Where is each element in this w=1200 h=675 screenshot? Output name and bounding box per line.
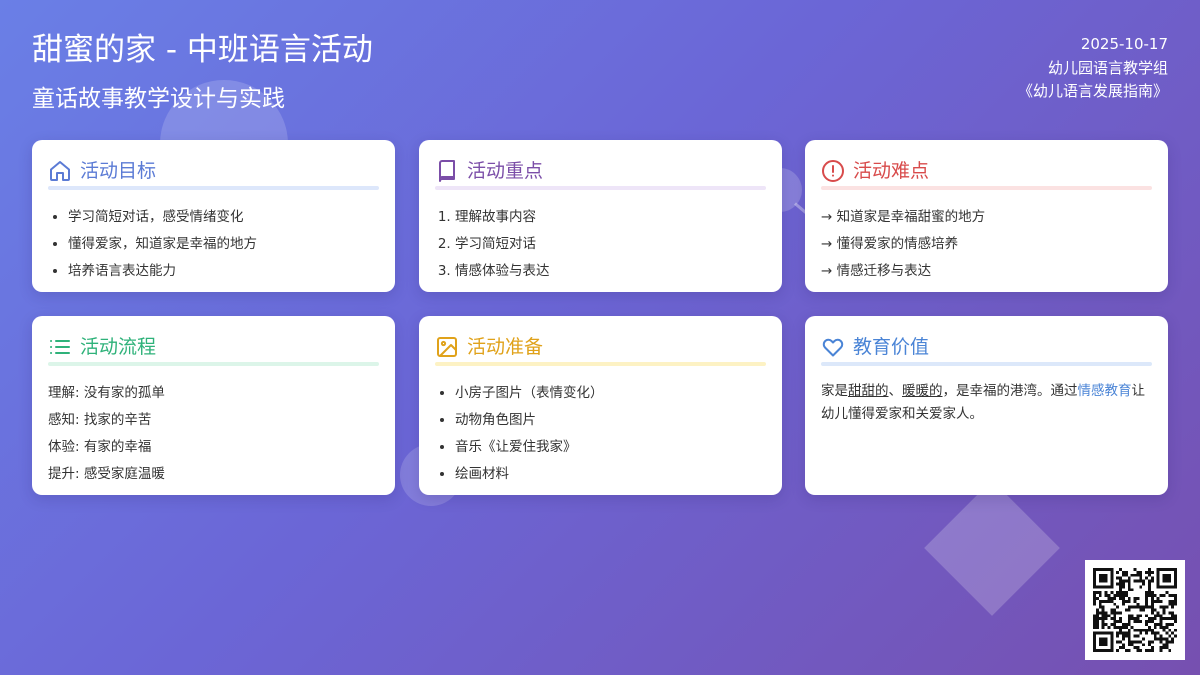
book-icon (435, 159, 459, 183)
header-meta: 2025-10-17 幼儿园语言教学组 《幼儿语言发展指南》 (1018, 33, 1168, 104)
list-item: → 知道家是幸福甜蜜的地方 (821, 209, 986, 225)
list-item: 培养语言表达能力 (68, 258, 379, 285)
focus-list: 理解故事内容 学习简短对话 情感体验与表达 (435, 204, 766, 285)
list-item: 情感体验与表达 (455, 258, 766, 285)
list-item: 学习简短对话 (455, 231, 766, 258)
divider (435, 186, 766, 190)
qr-code-image (1093, 568, 1177, 652)
date-label: 2025-10-17 (1080, 35, 1168, 53)
list-item: → 情感迁移与表达 (821, 263, 932, 279)
process-list: 理解: 没有家的孤单 感知: 找家的辛苦 体验: 有家的幸福 提升: 感受家庭温… (48, 380, 379, 488)
header: 甜蜜的家 - 中班语言活动 童话故事教学设计与实践 (32, 30, 373, 114)
emphasis-word: 暖暖的 (902, 383, 943, 399)
decor-diamond (924, 480, 1060, 616)
divider (48, 362, 379, 366)
text-segment: 、 (888, 383, 903, 399)
text-segment: 家是 (821, 383, 848, 399)
card-focus: 活动重点 理解故事内容 学习简短对话 情感体验与表达 (419, 140, 782, 292)
qr-code (1085, 560, 1185, 660)
list-item: 懂得爱家，知道家是幸福的地方 (68, 231, 379, 258)
list-item: 动物角色图片 (455, 407, 766, 434)
reference-label: 《幼儿语言发展指南》 (1017, 82, 1168, 100)
list-item: → 懂得爱家的情感培养 (821, 236, 959, 252)
list-item: 体验: 有家的幸福 (48, 439, 152, 455)
prep-list: 小房子图片（表情变化） 动物角色图片 音乐《让爱住我家》 绘画材料 (435, 380, 766, 488)
group-label: 幼儿园语言教学组 (1047, 58, 1168, 77)
card-header: 活动目标 (48, 156, 379, 186)
card-title: 活动目标 (80, 160, 157, 182)
list-item: 理解: 没有家的孤单 (48, 385, 165, 401)
list-item: 绘画材料 (455, 461, 766, 488)
card-process: 活动流程 理解: 没有家的孤单 感知: 找家的辛苦 体验: 有家的幸福 提升: … (32, 316, 395, 495)
divider (821, 186, 1152, 190)
image-icon (435, 335, 459, 359)
card-title: 活动流程 (80, 336, 157, 358)
list-item: 理解故事内容 (455, 204, 766, 231)
card-title: 教育价值 (853, 336, 930, 358)
card-prep: 活动准备 小房子图片（表情变化） 动物角色图片 音乐《让爱住我家》 绘画材料 (419, 316, 782, 495)
divider (48, 186, 379, 190)
goal-list: 学习简短对话，感受情绪变化 懂得爱家，知道家是幸福的地方 培养语言表达能力 (48, 204, 379, 285)
value-paragraph: 家是甜甜的、暖暖的，是幸福的港湾。通过情感教育让幼儿懂得爱家和关爱家人。 (821, 380, 1152, 426)
card-header: 活动难点 (821, 156, 1152, 186)
highlight-word: 情感教育 (1077, 383, 1132, 399)
card-header: 教育价值 (821, 332, 1152, 362)
divider (821, 362, 1152, 366)
divider (435, 362, 766, 366)
card-header: 活动重点 (435, 156, 766, 186)
page-title: 甜蜜的家 - 中班语言活动 (32, 32, 373, 68)
emphasis-word: 甜甜的 (848, 383, 889, 399)
heart-icon (821, 335, 845, 359)
card-title: 活动准备 (467, 336, 544, 358)
list-item: 音乐《让爱住我家》 (455, 434, 766, 461)
text-segment: ，是幸福的港湾。通过 (942, 383, 1078, 399)
list-item: 小房子图片（表情变化） (455, 380, 766, 407)
card-difficulty: 活动难点 → 知道家是幸福甜蜜的地方 → 懂得爱家的情感培养 → 情感迁移与表达 (805, 140, 1168, 292)
alert-icon (821, 159, 845, 183)
list-item: 提升: 感受家庭温暖 (48, 466, 165, 482)
card-header: 活动准备 (435, 332, 766, 362)
card-header: 活动流程 (48, 332, 379, 362)
difficulty-list: → 知道家是幸福甜蜜的地方 → 懂得爱家的情感培养 → 情感迁移与表达 (821, 204, 1152, 285)
list-icon (48, 335, 72, 359)
list-item: 感知: 找家的辛苦 (48, 412, 152, 428)
home-icon (48, 159, 72, 183)
list-item: 学习简短对话，感受情绪变化 (68, 204, 379, 231)
card-title: 活动难点 (853, 160, 930, 182)
page-subtitle: 童话故事教学设计与实践 (32, 86, 285, 112)
card-goals: 活动目标 学习简短对话，感受情绪变化 懂得爱家，知道家是幸福的地方 培养语言表达… (32, 140, 395, 292)
card-value: 教育价值 家是甜甜的、暖暖的，是幸福的港湾。通过情感教育让幼儿懂得爱家和关爱家人… (805, 316, 1168, 495)
card-title: 活动重点 (467, 160, 544, 182)
